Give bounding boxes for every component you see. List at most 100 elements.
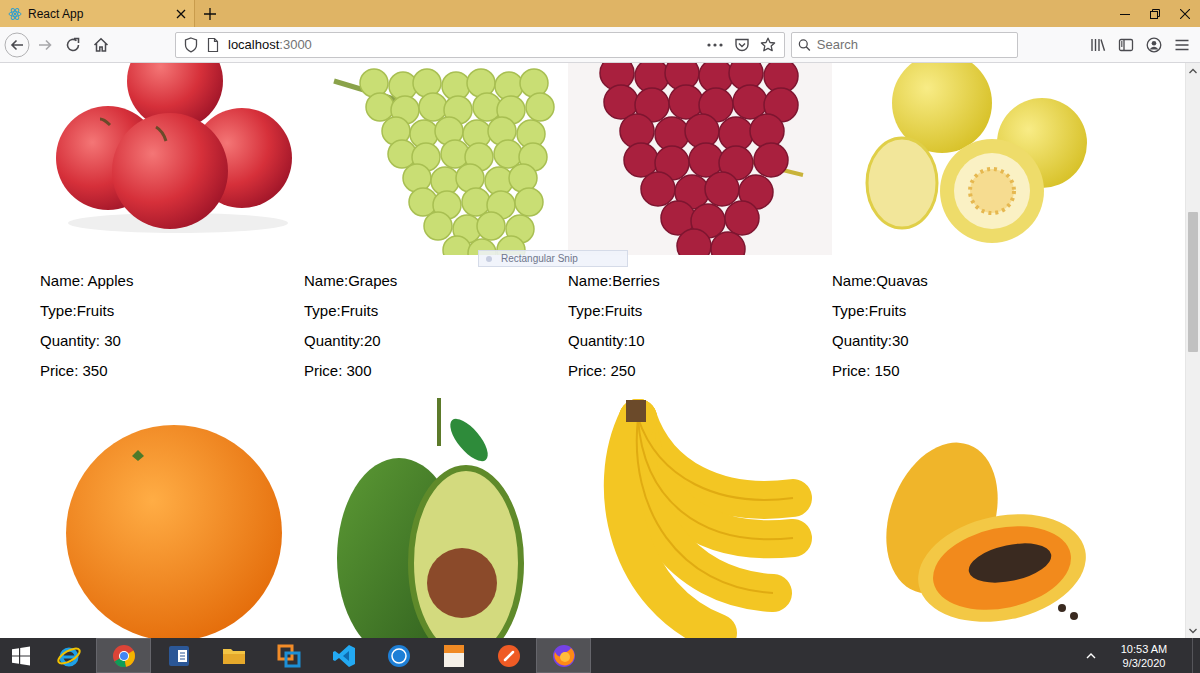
clock-date: 9/3/2020 <box>1108 656 1180 670</box>
product-image <box>832 63 1096 255</box>
chrome-icon <box>111 643 137 669</box>
product-item: Name:GrapesType:FruitsQuantity:20Price: … <box>304 63 568 386</box>
taskbar-app[interactable] <box>41 638 96 673</box>
tab-list: React App <box>0 0 195 27</box>
product-image <box>568 63 832 255</box>
product-field: Quantity:30 <box>832 326 1096 356</box>
taskbar-app[interactable] <box>261 638 316 673</box>
search-box[interactable] <box>791 32 1018 58</box>
fusion-icon <box>441 643 467 669</box>
clock[interactable]: 10:53 AM 9/3/2020 <box>1108 642 1180 670</box>
pocket-icon[interactable] <box>734 37 750 53</box>
minimize-icon[interactable] <box>1110 0 1140 27</box>
browser-window: React App <box>0 0 1200 673</box>
window-controls <box>1110 0 1200 27</box>
snip-label: Rectangular Snip <box>501 251 578 266</box>
product-item <box>40 398 304 638</box>
url-port: :3000 <box>279 37 312 52</box>
address-bar[interactable]: localhost:3000 <box>175 32 785 58</box>
taskbar: 10:53 AM 9/3/2020 <box>0 638 1200 673</box>
snip-icon <box>485 255 493 263</box>
library-icon[interactable] <box>1084 31 1112 59</box>
search-field[interactable] <box>817 35 1011 55</box>
restore-icon[interactable] <box>1140 0 1170 27</box>
taskbar-app[interactable] <box>426 638 481 673</box>
snip-tooltip: Rectangular Snip <box>478 250 628 267</box>
shield-icon[interactable] <box>184 37 198 53</box>
product-field: Name: Apples <box>40 266 304 296</box>
url-host: localhost <box>228 37 279 52</box>
product-field: Price: 300 <box>304 356 568 386</box>
product-item <box>568 398 832 638</box>
taskbar-app[interactable] <box>96 638 151 673</box>
product-item <box>304 398 568 638</box>
taskbar-app[interactable] <box>151 638 206 673</box>
taskbar-app[interactable] <box>206 638 261 673</box>
address-actions <box>706 37 776 53</box>
close-window-icon[interactable] <box>1170 0 1200 27</box>
product-details: Name:GrapesType:FruitsQuantity:20Price: … <box>304 266 568 386</box>
product-field: Price: 150 <box>832 356 1096 386</box>
bookmark-star-icon[interactable] <box>760 37 776 53</box>
search-icon <box>798 38 811 52</box>
back-icon[interactable] <box>3 31 31 59</box>
browser-tab[interactable]: React App <box>0 0 195 27</box>
taskbar-app[interactable] <box>481 638 536 673</box>
more-actions-icon[interactable] <box>706 42 724 48</box>
taskbar-app[interactable] <box>316 638 371 673</box>
scroll-up-icon[interactable] <box>1186 63 1200 78</box>
product-image <box>40 398 304 638</box>
show-desktop-button[interactable] <box>1192 638 1200 673</box>
product-item <box>832 398 1096 638</box>
product-image <box>568 398 832 638</box>
imo-icon <box>386 643 412 669</box>
product-field: Name:Grapes <box>304 266 568 296</box>
product-field: Quantity:20 <box>304 326 568 356</box>
forward-icon[interactable] <box>31 31 59 59</box>
reload-icon[interactable] <box>59 31 87 59</box>
product-details: Name: ApplesType:FruitsQuantity: 30Price… <box>40 266 304 386</box>
scroll-track[interactable] <box>1186 78 1200 623</box>
taskbar-app[interactable] <box>536 638 591 673</box>
product-field: Price: 250 <box>568 356 832 386</box>
vscode-icon <box>331 643 357 669</box>
product-field: Name:Berries <box>568 266 832 296</box>
scroll-thumb[interactable] <box>1188 212 1198 352</box>
system-tray: 10:53 AM 9/3/2020 <box>1086 638 1200 673</box>
start-icon[interactable] <box>0 638 41 673</box>
sidebar-icon[interactable] <box>1112 31 1140 59</box>
clock-time: 10:53 AM <box>1108 642 1180 656</box>
menu-icon[interactable] <box>1168 31 1196 59</box>
new-tab-icon[interactable] <box>195 0 225 27</box>
page-content: Name: ApplesType:FruitsQuantity: 30Price… <box>0 63 1185 638</box>
tab-strip: React App <box>0 0 1200 27</box>
product-field: Quantity:10 <box>568 326 832 356</box>
account-icon[interactable] <box>1140 31 1168 59</box>
product-item: Name: ApplesType:FruitsQuantity: 30Price… <box>40 63 304 386</box>
product-grid: Name: ApplesType:FruitsQuantity: 30Price… <box>0 63 1185 638</box>
tab-title: React App <box>28 5 170 23</box>
taskbar-app[interactable] <box>371 638 426 673</box>
tray-expand-icon[interactable] <box>1086 652 1096 659</box>
toolbar-actions <box>1084 31 1200 59</box>
postman-icon <box>496 643 522 669</box>
word-icon <box>166 643 192 669</box>
close-tab-icon[interactable] <box>176 9 186 19</box>
product-image <box>40 63 304 255</box>
scrollbar[interactable] <box>1185 63 1200 638</box>
product-image <box>832 398 1096 638</box>
product-item: Name:BerriesType:FruitsQuantity:10Price:… <box>568 63 832 386</box>
product-field: Type:Fruits <box>40 296 304 326</box>
product-item: Name:QuavasType:FruitsQuantity:30Price: … <box>832 63 1096 386</box>
home-icon[interactable] <box>87 31 115 59</box>
firefox-icon <box>551 643 577 669</box>
url-text[interactable]: localhost:3000 <box>228 35 312 55</box>
product-details: Name:QuavasType:FruitsQuantity:30Price: … <box>832 266 1096 386</box>
product-field: Type:Fruits <box>568 296 832 326</box>
product-image <box>304 398 568 638</box>
product-field: Price: 350 <box>40 356 304 386</box>
navigation-toolbar: localhost:3000 <box>0 27 1200 63</box>
page-viewport: Name: ApplesType:FruitsQuantity: 30Price… <box>0 63 1200 638</box>
scroll-down-icon[interactable] <box>1186 623 1200 638</box>
page-icon[interactable] <box>206 37 220 53</box>
